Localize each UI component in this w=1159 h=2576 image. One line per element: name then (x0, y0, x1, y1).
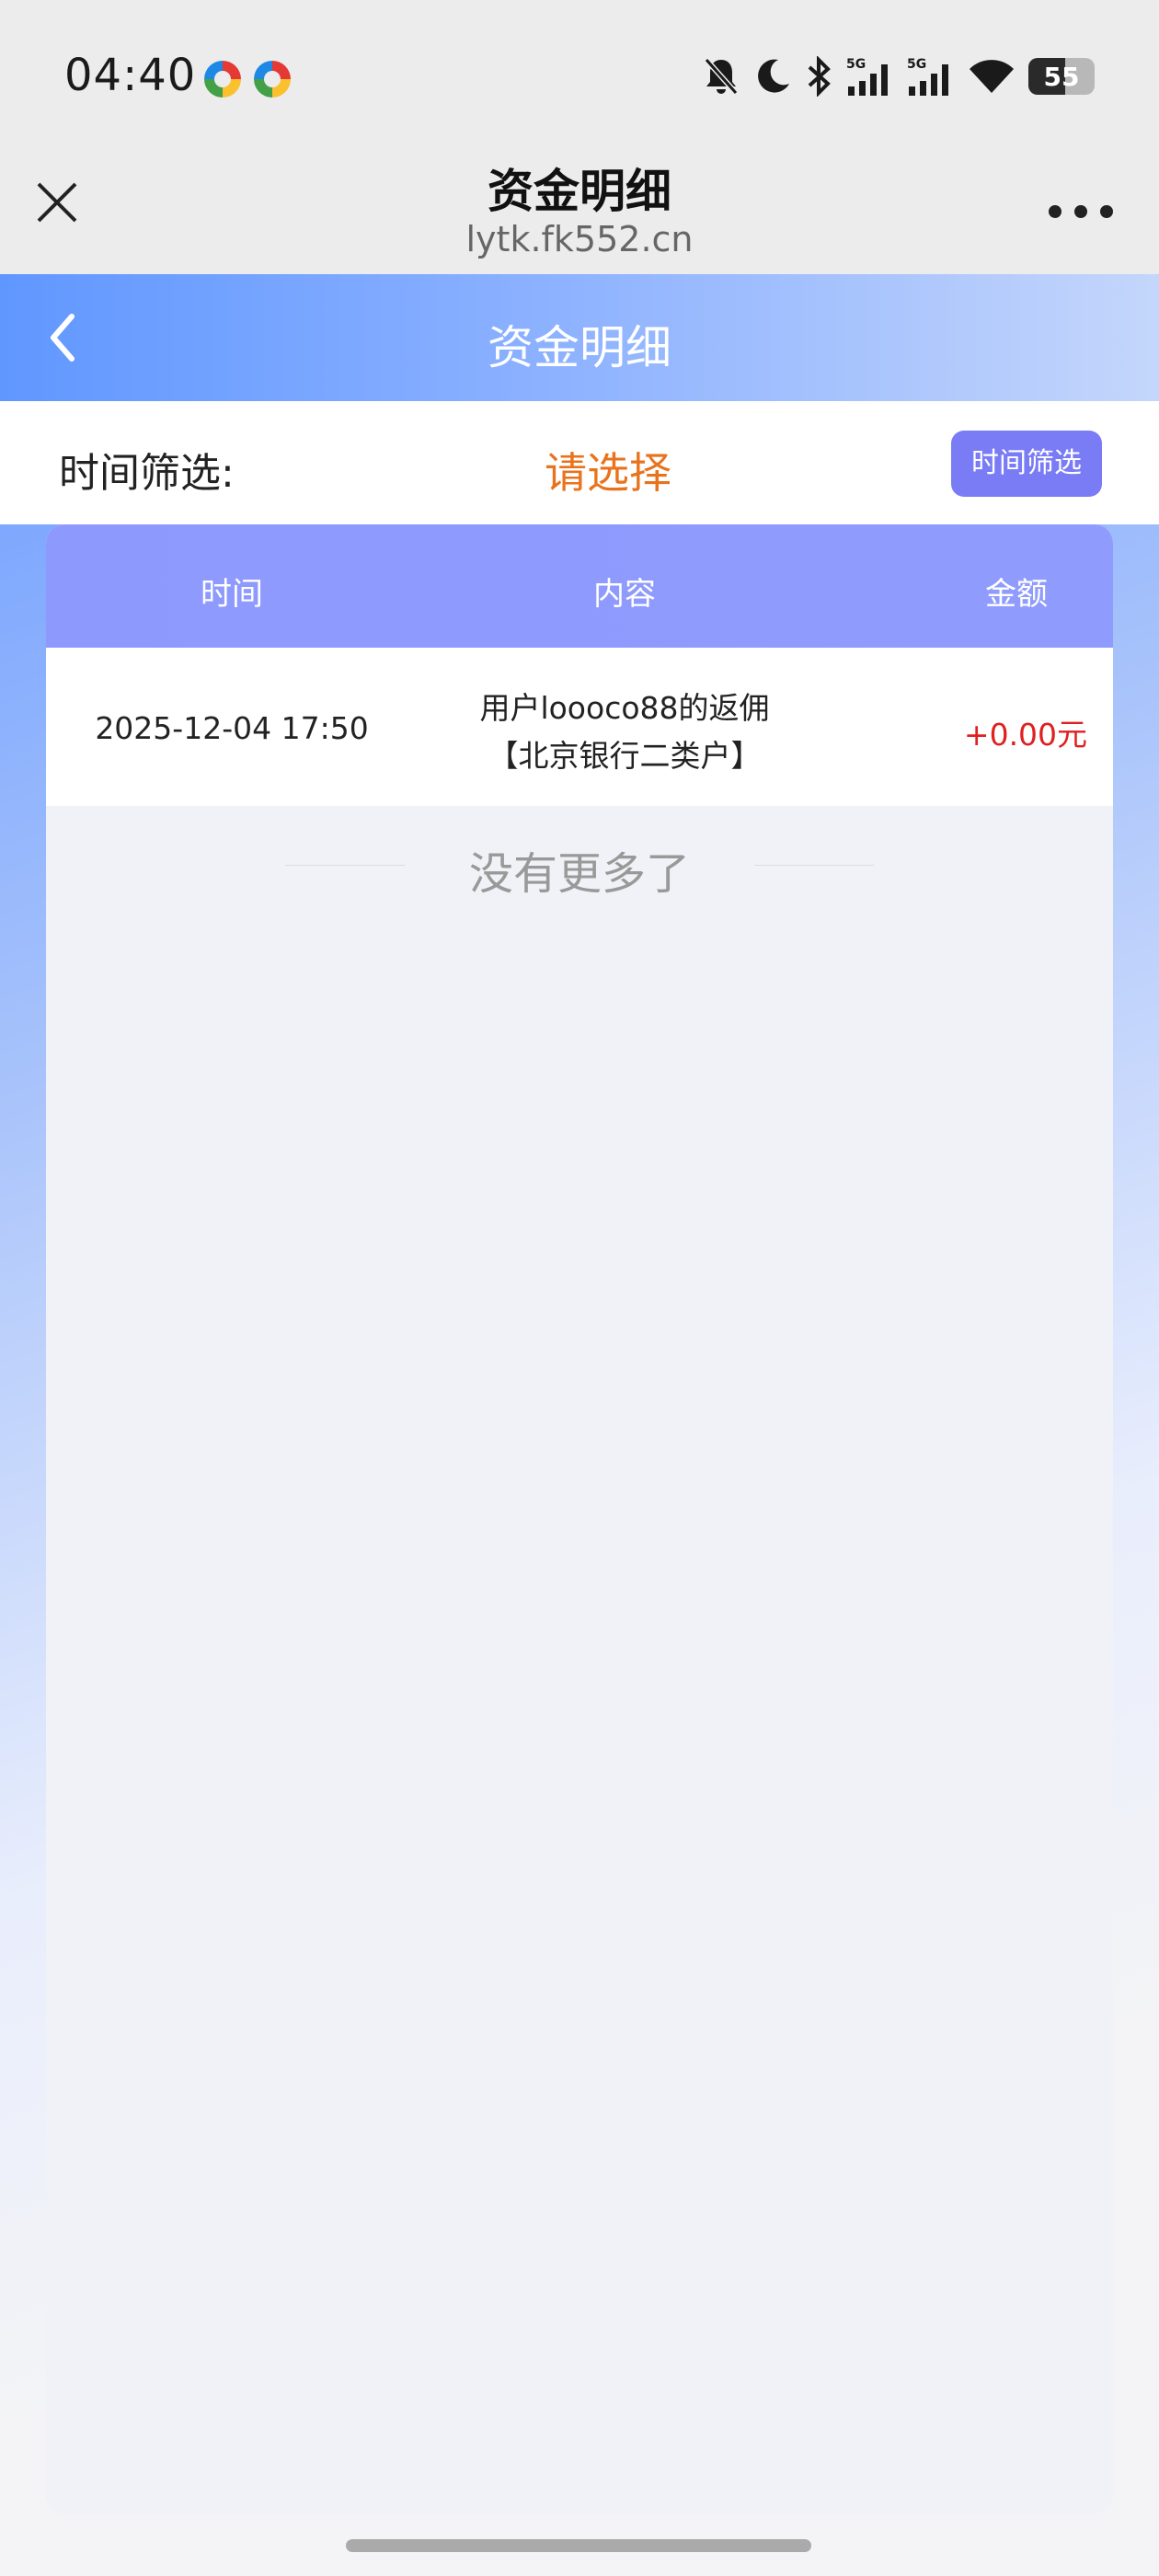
time-filter-button[interactable]: 时间筛选 (951, 431, 1102, 497)
more-dot (1074, 205, 1087, 218)
column-header-time: 时间 (201, 576, 263, 613)
column-header-content: 内容 (593, 576, 656, 613)
page-title: 资金明细 (488, 321, 671, 374)
no-more-text: 没有更多了 (468, 848, 690, 900)
bluetooth-icon (808, 56, 831, 97)
status-bar: 04:40 5G 5G 55 (0, 0, 1159, 147)
table-row[interactable]: 2025-12-04 17:50 用户loooco88的返佣 【北京银行二类户】… (46, 648, 1113, 806)
mute-bell-icon (704, 58, 739, 95)
more-options-icon[interactable] (1049, 202, 1113, 221)
svg-text:5G: 5G (907, 57, 926, 72)
divider (754, 865, 874, 866)
moon-icon (758, 59, 789, 93)
filter-row: 时间筛选: 请选择 时间筛选 (0, 401, 1159, 524)
table-header: 时间 内容 金额 (46, 524, 1113, 648)
app-notification-icon (254, 61, 291, 98)
time-filter-select[interactable]: 请选择 (545, 440, 671, 500)
wifi-icon (970, 60, 1014, 93)
signal-5g-icon: 5G (846, 57, 888, 96)
browser-title-bar: 资金明细 lytk.fk552.cn (0, 147, 1159, 274)
svg-text:5G: 5G (846, 57, 866, 72)
no-more-indicator: 没有更多了 (46, 837, 1113, 900)
battery-icon: 55 (1028, 58, 1095, 95)
more-dot (1100, 205, 1113, 218)
row-content-line: 用户loooco88的返佣 (479, 690, 770, 726)
status-time: 04:40 (64, 50, 197, 101)
row-content-line: 【北京银行二类户】 (488, 738, 762, 774)
home-indicator[interactable] (346, 2539, 811, 2552)
row-content: 用户loooco88的返佣 【北京银行二类户】 (418, 684, 832, 780)
battery-level: 55 (1043, 62, 1080, 92)
browser-url: lytk.fk552.cn (465, 219, 694, 259)
app-notification-icon (204, 61, 241, 98)
more-dot (1049, 205, 1061, 218)
filter-label: 时间筛选: (59, 450, 235, 497)
nav-header: 资金明细 (0, 274, 1159, 401)
row-amount: +0.00元 (963, 717, 1088, 753)
column-header-amount: 金额 (985, 576, 1048, 613)
browser-page-title: 资金明细 (488, 165, 671, 218)
transactions-table: 时间 内容 金额 2025-12-04 17:50 用户loooco88的返佣 … (46, 524, 1113, 2513)
status-icons: 5G 5G 55 (703, 53, 1095, 99)
row-time: 2025-12-04 17:50 (95, 710, 369, 746)
signal-5g-icon: 5G (907, 57, 948, 96)
